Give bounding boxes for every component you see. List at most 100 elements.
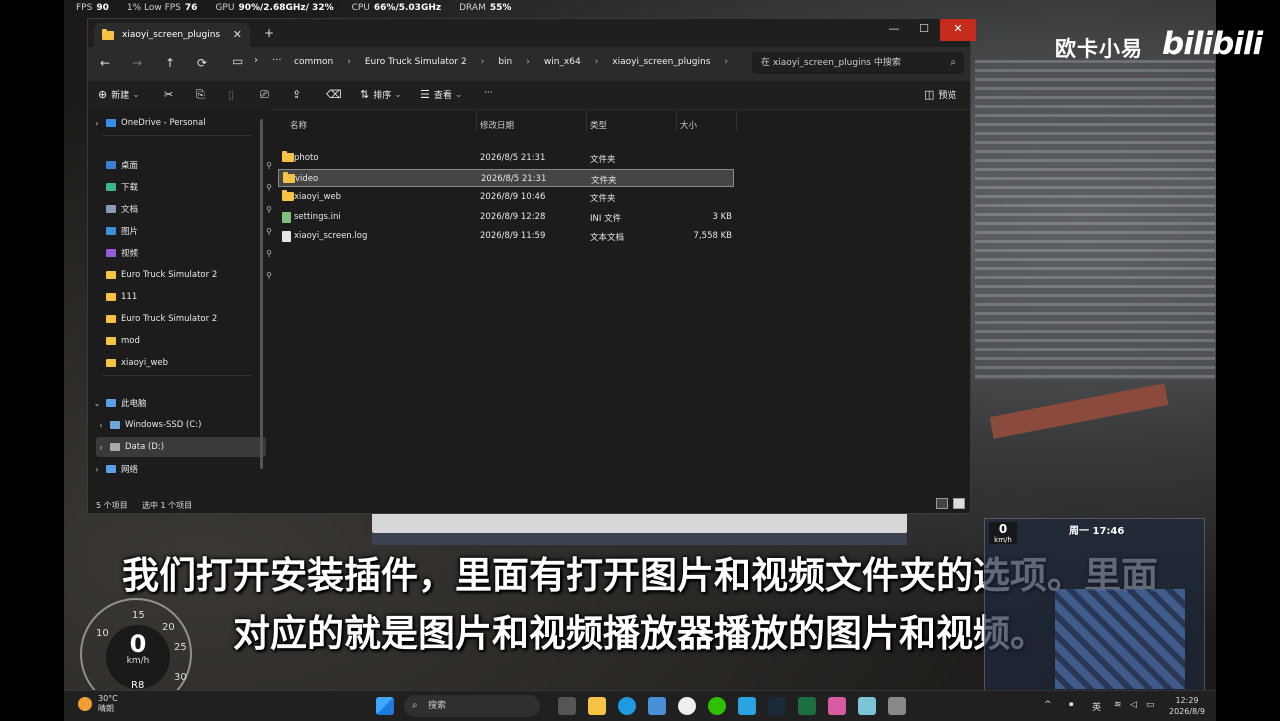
preview-pane-button[interactable]: ◫ 预览	[924, 88, 956, 101]
telegram-icon[interactable]	[738, 697, 756, 715]
sidebar-item[interactable]: 111	[106, 287, 276, 307]
close-button[interactable]: ✕	[940, 19, 976, 41]
file-row[interactable]: xiaoyi_screen.log 2026/8/9 11:59 文本文档 7,558…	[278, 227, 734, 245]
copy-button[interactable]: ⎘	[196, 88, 209, 102]
system-clock[interactable]: 12:29 2026/8/9	[1169, 695, 1205, 717]
rename-button[interactable]: ⎚	[260, 88, 273, 102]
view-button[interactable]: ☰ 查看 ⌄	[420, 88, 462, 101]
maximize-button[interactable]: ☐	[906, 19, 942, 41]
microphone-icon[interactable]: ⏺	[1069, 700, 1074, 710]
volume-icon[interactable]: ◁	[1130, 700, 1137, 710]
sidebar-item-label: Euro Truck Simulator 2	[121, 270, 218, 280]
tab-close-icon[interactable]: ✕	[233, 28, 242, 41]
refresh-icon[interactable]: ⟳	[197, 56, 207, 70]
sidebar-item[interactable]: xiaoyi_web	[106, 353, 276, 373]
more-options-button[interactable]: ···	[484, 88, 493, 98]
share-button[interactable]: ⇪	[292, 88, 305, 101]
file-name: xiaoyi_web	[294, 192, 342, 202]
edge-icon[interactable]	[618, 697, 636, 715]
more-locations-button[interactable]: ···	[272, 55, 282, 66]
column-divider[interactable]	[736, 111, 737, 131]
column-type-header[interactable]: 类型	[590, 119, 607, 131]
folder-icon	[106, 337, 116, 345]
battery-icon[interactable]: ▭	[1146, 700, 1155, 710]
file-row[interactable]: settings.ini 2026/8/9 12:28 INI 文件 3 KB	[278, 208, 734, 226]
sidebar-item[interactable]: Euro Truck Simulator 2	[106, 309, 276, 329]
sidebar-item-label: 此电脑	[121, 399, 147, 409]
sidebar-divider	[102, 375, 252, 376]
store-icon[interactable]	[648, 697, 666, 715]
column-modified-header[interactable]: 修改日期	[480, 119, 514, 131]
sidebar-item[interactable]: Euro Truck Simulator 2 ⚲	[106, 265, 276, 285]
forward-arrow-icon[interactable]: →	[132, 56, 142, 70]
task-view-icon[interactable]	[558, 697, 576, 715]
truck-game-icon[interactable]	[888, 697, 906, 715]
folder-icon	[282, 190, 294, 201]
chevron-right-icon[interactable]: ›	[254, 55, 258, 66]
file-type: 文件夹	[591, 175, 617, 186]
tab-xiaoyi-screen-plugins[interactable]: xiaoyi_screen_plugins ✕	[94, 23, 250, 47]
file-type: 文本文档	[590, 233, 625, 243]
breadcrumb-common[interactable]: common	[294, 57, 333, 67]
cut-button[interactable]: ✂	[164, 88, 177, 101]
paste-button[interactable]: ▯	[228, 88, 238, 101]
breadcrumb-euro-truck-simulator-2[interactable]: Euro Truck Simulator 2	[365, 57, 467, 67]
details-view-icon[interactable]	[936, 498, 948, 509]
back-arrow-icon[interactable]: ←	[100, 56, 110, 70]
file-explorer-icon[interactable]	[588, 697, 606, 715]
breadcrumb-xiaoyi-screen-plugins[interactable]: xiaoyi_screen_plugins	[612, 57, 710, 67]
item-count: 5 个项目	[96, 501, 128, 510]
chevron-right-icon[interactable]: ›	[96, 443, 106, 452]
chevron-right-icon[interactable]: ›	[92, 465, 102, 474]
column-divider[interactable]	[676, 111, 677, 131]
wifi-icon[interactable]: ≋	[1114, 700, 1122, 710]
taskbar-search[interactable]: ⌕ 搜索	[404, 695, 540, 717]
temperature: 30°C	[98, 694, 118, 703]
up-arrow-icon[interactable]: ↑	[165, 56, 175, 70]
sidebar-scrollbar[interactable]	[260, 119, 263, 469]
excel-icon[interactable]	[798, 697, 816, 715]
file-row[interactable]: video 2026/8/5 21:31 文件夹	[278, 168, 734, 187]
sidebar-item[interactable]: ⌄ 此电脑	[92, 393, 262, 413]
app-icon[interactable]	[858, 697, 876, 715]
start-menu-icon[interactable]	[376, 697, 394, 715]
sort-button[interactable]: ⇅ 排序 ⌄	[360, 88, 402, 101]
sidebar-item[interactable]: › OneDrive - Personal	[92, 113, 262, 133]
steam-icon[interactable]	[768, 697, 786, 715]
qq-icon[interactable]	[678, 697, 696, 715]
sidebar-item[interactable]: › 网络	[92, 459, 262, 479]
chevron-down-icon[interactable]: ⌄	[92, 399, 102, 408]
search-input[interactable]: 在 xiaoyi_screen_plugins 中搜索 ⌕	[752, 52, 964, 74]
chevron-right-icon[interactable]: ›	[92, 119, 102, 128]
sidebar-item[interactable]: › Windows-SSD (C:)	[96, 415, 266, 435]
new-button[interactable]: ⊕ 新建 ⌄	[98, 88, 140, 101]
column-divider[interactable]	[586, 111, 587, 131]
sidebar-item[interactable]: 视频 ⚲	[106, 243, 276, 263]
sidebar-item[interactable]: 文档 ⚲	[106, 199, 276, 219]
wechat-icon[interactable]	[708, 697, 726, 715]
sidebar-item[interactable]: 桌面 ⚲	[106, 155, 276, 175]
column-divider[interactable]	[476, 111, 477, 131]
delete-button[interactable]: ⌫	[326, 88, 346, 101]
breadcrumb-win-x64[interactable]: win_x64	[544, 57, 581, 67]
column-name-header[interactable]: 名称	[290, 119, 307, 131]
new-tab-button[interactable]: +	[264, 26, 274, 40]
sidebar-item[interactable]: › Data (D:)	[96, 437, 266, 457]
monitor-icon[interactable]: ▭	[232, 54, 243, 68]
tiles-view-icon[interactable]	[953, 498, 965, 509]
input-language[interactable]: 英	[1092, 700, 1101, 713]
chevron-right-icon[interactable]: ›	[96, 421, 106, 430]
sidebar-item[interactable]: 图片 ⚲	[106, 221, 276, 241]
sidebar-divider	[102, 135, 252, 136]
desktop-icon	[106, 161, 116, 169]
column-size-header[interactable]: 大小	[680, 119, 697, 131]
app-icon[interactable]	[828, 697, 846, 715]
game-clock: 周一 17:46	[1069, 526, 1125, 537]
sidebar-item[interactable]: mod	[106, 331, 276, 351]
folder-icon	[106, 293, 116, 301]
file-row[interactable]: xiaoyi_web 2026/8/9 10:46 文件夹	[278, 188, 734, 206]
sidebar-item[interactable]: 下载 ⚲	[106, 177, 276, 197]
chevron-up-icon[interactable]: ^	[1044, 700, 1052, 710]
breadcrumb-bin[interactable]: bin	[498, 57, 512, 67]
file-row[interactable]: photo 2026/8/5 21:31 文件夹	[278, 149, 734, 167]
